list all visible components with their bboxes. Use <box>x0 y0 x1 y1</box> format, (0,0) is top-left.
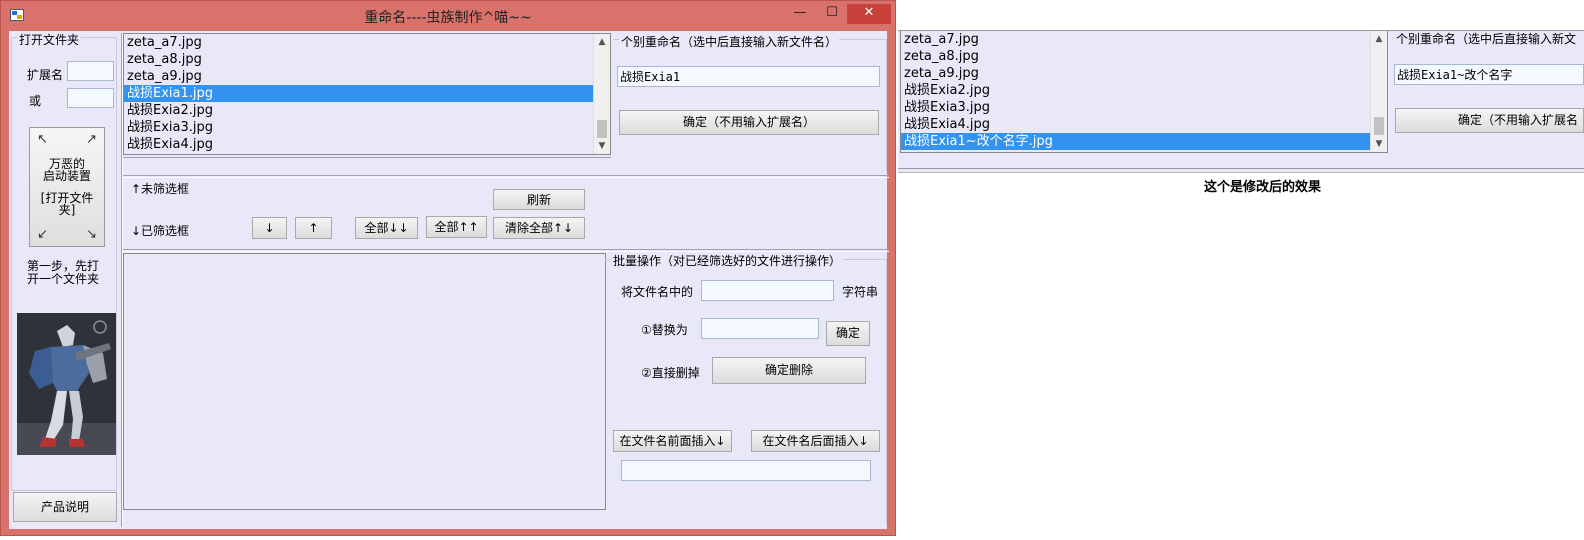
extension-input[interactable] <box>67 61 114 81</box>
file-list-rows: zeta_a7.jpg zeta_a8.jpg zeta_a9.jpg 战损Exia1… <box>124 34 610 153</box>
title-bar[interactable]: 重命名----虫族制作^喵~~ — ☐ ✕ <box>1 1 895 31</box>
window-title: 重命名----虫族制作^喵~~ <box>364 10 532 26</box>
minimize-button[interactable]: — <box>787 4 813 24</box>
file-list-item[interactable]: 战损Exia2.jpg <box>124 102 610 119</box>
scroll-thumb[interactable] <box>597 120 607 138</box>
start-device-button[interactable]: ↖ ↗ ↙ ↘ 万恶的 启动装置 [打开文件 夹] <box>29 127 105 247</box>
client-area: 打开文件夹 扩展名 或 ↖ ↗ ↙ ↘ 万恶的 启动装置 [打开文件 夹] 第一… <box>9 31 889 529</box>
gundam-image <box>17 313 116 455</box>
after-confirm-button[interactable]: 确定（不用输入扩展名 <box>1395 108 1584 133</box>
file-list-item[interactable]: zeta_a9.jpg <box>124 68 610 85</box>
arrow-down-right-icon: ↘ <box>86 227 97 242</box>
extension-label: 扩展名 <box>27 68 64 82</box>
search-string-input[interactable] <box>701 280 834 301</box>
rename-window: 重命名----虫族制作^喵~~ — ☐ ✕ 打开文件夹 扩展名 或 ↖ ↗ ↙ … <box>0 0 896 536</box>
unfiltered-file-list[interactable]: zeta_a7.jpg zeta_a8.jpg zeta_a9.jpg 战损Exia1… <box>123 33 611 155</box>
or-label: 或 <box>29 94 42 108</box>
after-file-list-item[interactable]: zeta_a7.jpg <box>901 31 1387 48</box>
after-file-list-item[interactable]: 战损Exia3.jpg <box>901 99 1387 116</box>
delete-directly-label: ②直接删掉 <box>641 366 700 380</box>
open-folder-group-title: 打开文件夹 <box>17 31 82 48</box>
step-hint-line-2: 开一个文件夹 <box>27 272 100 286</box>
confirm-replace-button[interactable]: 确定 <box>826 321 870 346</box>
after-window: zeta_a7.jpg zeta_a8.jpg zeta_a9.jpg 战损Exia2… <box>898 30 1584 168</box>
product-info-button[interactable]: 产品说明 <box>13 492 117 522</box>
gundam-figure <box>17 313 116 455</box>
confirm-rename-button[interactable]: 确定（不用输入扩展名） <box>619 110 879 135</box>
batch-operation-title: 批量操作（对已经筛选好的文件进行操作） <box>611 252 844 269</box>
unfiltered-box-label: ↑未筛选框 <box>131 182 190 196</box>
after-file-list-item[interactable]: 战损Exia2.jpg <box>901 82 1387 99</box>
replace-string-input[interactable] <box>701 318 819 339</box>
file-list-scrollbar[interactable]: ▲ ▼ <box>593 34 610 154</box>
filtered-box-label: ↓已筛选框 <box>131 224 190 238</box>
in-filename-label: 将文件名中的 <box>621 285 694 299</box>
after-scroll-down-icon[interactable]: ▼ <box>1371 136 1387 152</box>
after-window-bottom-edge <box>898 168 1584 173</box>
after-filename-input[interactable] <box>1394 64 1584 85</box>
file-list-item[interactable]: zeta_a8.jpg <box>124 51 610 68</box>
after-caption: 这个是修改后的效果 <box>1204 180 1322 195</box>
start-device-line-4: 夹] <box>58 203 76 217</box>
after-file-list-item[interactable]: zeta_a9.jpg <box>901 65 1387 82</box>
clear-all-button[interactable]: 清除全部↑↓ <box>493 217 585 239</box>
maximize-button[interactable]: ☐ <box>819 4 845 24</box>
move-all-down-button[interactable]: 全部↓↓ <box>355 217 418 239</box>
insert-text-input[interactable] <box>621 460 871 481</box>
arrow-up-right-icon: ↗ <box>86 132 97 147</box>
after-file-list-rows: zeta_a7.jpg zeta_a8.jpg zeta_a9.jpg 战损Exia2… <box>901 31 1387 150</box>
individual-rename-title: 个别重命名（选中后直接输入新文件名） <box>619 33 840 50</box>
insert-front-button[interactable]: 在文件名前面插入↓ <box>613 430 732 452</box>
start-device-line-2: 启动装置 <box>42 169 91 183</box>
after-file-list-item[interactable]: zeta_a8.jpg <box>901 48 1387 65</box>
new-filename-input[interactable] <box>617 66 880 87</box>
file-list-item[interactable]: 战损Exia4.jpg <box>124 136 610 153</box>
file-list-item[interactable]: zeta_a7.jpg <box>124 34 610 51</box>
after-rename-title: 个别重命名（选中后直接输入新文 <box>1396 32 1577 46</box>
string-label: 字符串 <box>842 285 879 299</box>
move-down-button[interactable]: ↓ <box>252 217 287 239</box>
filter-top-separator <box>123 175 889 178</box>
arrow-down-left-icon: ↙ <box>37 227 48 242</box>
after-scroll-up-icon[interactable]: ▲ <box>1371 31 1387 47</box>
after-file-list[interactable]: zeta_a7.jpg zeta_a8.jpg zeta_a9.jpg 战损Exia2… <box>900 31 1388 153</box>
confirm-delete-button[interactable]: 确定删除 <box>712 357 866 384</box>
close-button[interactable]: ✕ <box>847 4 891 24</box>
move-all-up-button[interactable]: 全部↑↑ <box>426 216 487 238</box>
scroll-up-icon[interactable]: ▲ <box>594 34 610 50</box>
file-list-item[interactable]: 战损Exia3.jpg <box>124 119 610 136</box>
after-list-scrollbar[interactable]: ▲ ▼ <box>1370 31 1387 152</box>
replace-with-label: ①替换为 <box>641 323 688 337</box>
after-file-list-item-selected[interactable]: 战损Exia1~改个名字.jpg <box>901 133 1387 150</box>
insert-back-button[interactable]: 在文件名后面插入↓ <box>751 430 880 452</box>
after-scroll-thumb[interactable] <box>1374 117 1384 135</box>
scroll-down-icon[interactable]: ▼ <box>594 138 610 154</box>
move-up-button[interactable]: ↑ <box>295 217 332 239</box>
file-list-item-selected[interactable]: 战损Exia1.jpg <box>124 85 610 102</box>
arrow-up-left-icon: ↖ <box>37 132 48 147</box>
individual-rename-group <box>613 39 887 171</box>
list-bottom-edge <box>123 157 611 159</box>
extension-alt-input[interactable] <box>67 88 114 108</box>
filtered-file-list[interactable] <box>123 253 606 510</box>
refresh-button[interactable]: 刷新 <box>493 189 585 210</box>
after-file-list-item[interactable]: 战损Exia4.jpg <box>901 116 1387 133</box>
